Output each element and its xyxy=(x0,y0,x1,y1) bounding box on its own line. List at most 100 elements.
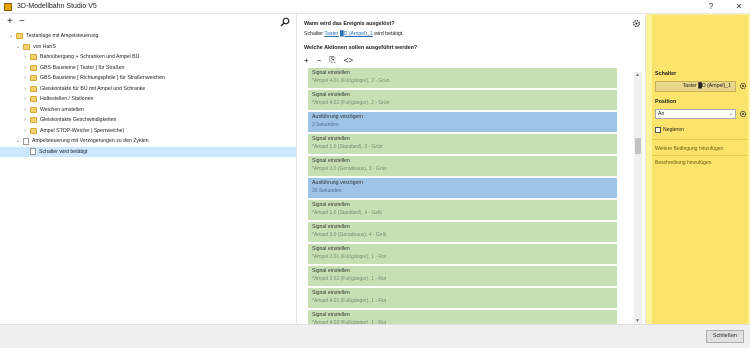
tree-item-label: Weichen umstellen xyxy=(40,106,84,113)
chevron-down-icon[interactable]: ⌄ xyxy=(8,33,14,39)
action-item[interactable]: Signal einstellen *Ampel 2.02 (Fußgänger)… xyxy=(308,266,617,286)
tree-item[interactable]: › Gleiskontakte für BÜ mit Ampel und Schr… xyxy=(0,84,296,95)
chevron-down-icon[interactable]: ⌄ xyxy=(15,44,21,50)
search-icon[interactable] xyxy=(280,17,290,27)
chevron-down-icon[interactable]: ⌄ xyxy=(15,138,21,144)
action-item[interactable]: Signal einstellen *Ampel 2.01 (Fußgänger)… xyxy=(308,244,617,264)
tree-item-label: Ampelsteuerung mit Verzögerungen zu den … xyxy=(32,138,149,145)
divider xyxy=(652,139,748,140)
negate-toggle[interactable]: Negieren xyxy=(655,127,684,133)
tree-item[interactable]: › Gleiskontakte Geschwindigkeiten xyxy=(0,115,296,126)
actions-question: Welche Aktionen sollen ausgeführt werden… xyxy=(304,45,418,51)
action-title: Ausführung verzögern xyxy=(312,114,364,120)
switch-label: Schalter xyxy=(655,71,677,77)
tree-item[interactable]: › Bahnübergang + Schranken und Ampel BÜ xyxy=(0,52,296,63)
close-window-button[interactable]: ✕ xyxy=(734,2,744,11)
document-icon xyxy=(23,137,29,145)
tree-toolbar: + − xyxy=(0,14,296,30)
action-item[interactable]: Signal einstellen *Ampel 4.02 (Fußgänger)… xyxy=(308,310,617,324)
tree-item[interactable]: Schalter wird betätigt xyxy=(0,146,296,157)
code-view-button[interactable]: <> xyxy=(344,56,353,65)
action-list-scrollbar[interactable]: ▲ ▼ xyxy=(634,72,642,324)
chevron-right-icon[interactable]: › xyxy=(22,107,28,113)
remove-button[interactable]: − xyxy=(19,17,25,27)
add-action-button[interactable]: + xyxy=(304,56,309,65)
gear-icon[interactable] xyxy=(632,19,641,28)
chevron-right-icon[interactable]: › xyxy=(22,86,28,92)
position-label: Position xyxy=(655,99,677,105)
action-detail: *Ampel 2.02 (Fußgänger), 1 - Rot xyxy=(312,276,387,282)
copy-action-button[interactable]: ⎘ xyxy=(329,55,335,65)
tree-item-label: Haltestellen / Stationen xyxy=(40,96,94,103)
position-select[interactable]: An ⌄ xyxy=(655,109,736,119)
action-item[interactable]: Signal einstellen *Ampel 3.0 (Geradeaus),… xyxy=(308,156,617,176)
tree-item-label: Gleiskontakte Geschwindigkeiten xyxy=(40,117,117,124)
tree-item[interactable]: ⌄ Testanlage mit Ampelsteuerung xyxy=(0,31,296,42)
action-title: Signal einstellen xyxy=(312,246,350,252)
action-item[interactable]: Signal einstellen *Ampel 4.01 (Fußgänger)… xyxy=(308,68,617,88)
add-button[interactable]: + xyxy=(7,17,13,27)
action-item[interactable]: Signal einstellen *Ampel 4.01 (Fußgänger)… xyxy=(308,288,617,308)
position-gear-icon[interactable] xyxy=(739,110,747,118)
action-detail: *Ampel 2.01 (Fußgänger), 1 - Rot xyxy=(312,254,387,260)
action-title: Signal einstellen xyxy=(312,202,350,208)
folder-icon xyxy=(23,43,30,50)
switch-gear-icon[interactable] xyxy=(739,82,747,90)
action-title: Signal einstellen xyxy=(312,70,350,76)
action-title: Signal einstellen xyxy=(312,92,350,98)
action-item[interactable]: Signal einstellen *Ampel 3.0 (Geradeaus),… xyxy=(308,222,617,242)
tree-item-label: GBS-Bausteine [ Taster ] für Straßen xyxy=(40,64,125,71)
trigger-switch-link[interactable]: Taster █D (Ampel)_1 xyxy=(324,31,372,37)
action-title: Signal einstellen xyxy=(312,268,350,274)
chevron-right-icon[interactable]: › xyxy=(22,117,28,123)
add-description-link[interactable]: Beschreibung hinzufügen xyxy=(655,160,711,166)
tree-item-label: GBS-Bausteine [ Richtungspfeile ] für St… xyxy=(40,75,165,82)
tree-item[interactable]: › Haltestellen / Stationen xyxy=(0,94,296,105)
tree-item-label: Gleiskontakte für BÜ mit Ampel und Schra… xyxy=(40,85,146,92)
close-button[interactable]: Schließen xyxy=(706,330,744,343)
switch-selector[interactable]: Taster █D (Ampel)_1 xyxy=(655,81,736,92)
action-list: Signal einstellen *Ampel 4.01 (Fußgänger)… xyxy=(308,68,620,324)
chevron-right-icon[interactable]: › xyxy=(22,96,28,102)
action-detail: *Ampel 3.0 (Geradeaus), 4 - Gelb xyxy=(312,232,387,238)
action-item[interactable]: Signal einstellen *Ampel 4.02 (Fußgänger)… xyxy=(308,90,617,110)
chevron-right-icon[interactable]: › xyxy=(22,75,28,81)
chevron-right-icon[interactable]: › xyxy=(22,65,28,71)
condition-panel: Schalter Taster █D (Ampel)_1 Position An… xyxy=(646,14,750,324)
folder-icon xyxy=(30,75,37,82)
action-item[interactable]: Ausführung verzögern 3 Sekunden xyxy=(308,112,617,132)
tree-item[interactable]: ⌄ Ampelsteuerung mit Verzögerungen zu den… xyxy=(0,136,296,147)
action-item[interactable]: Ausführung verzögern 30 Sekunden xyxy=(308,178,617,198)
action-detail: *Ampel 3.0 (Geradeaus), 3 - Grün xyxy=(312,166,388,172)
action-item[interactable]: Signal einstellen *Ampel 1.0 (Standard), … xyxy=(308,134,617,154)
action-detail: *Ampel 1.0 (Standard), 3 - Grün xyxy=(312,144,383,150)
remove-action-button[interactable]: − xyxy=(317,56,322,65)
help-button[interactable]: ? xyxy=(706,2,716,11)
trigger-sentence: Schalter Taster █D (Ampel)_1 wird betäti… xyxy=(304,31,404,37)
position-value: An xyxy=(658,111,665,117)
action-detail: *Ampel 4.01 (Fußgänger), 1 - Rot xyxy=(312,298,387,304)
chevron-right-icon[interactable]: › xyxy=(22,128,28,134)
tree-item[interactable]: › Ampel STOP-Weiche ( Sperrweiche) xyxy=(0,126,296,137)
negate-checkbox[interactable] xyxy=(655,127,661,133)
tree-item[interactable]: › GBS-Bausteine [ Taster ] für Straßen xyxy=(0,63,296,74)
tree-item-label: von HanS xyxy=(33,43,56,50)
tree-item[interactable]: › GBS-Bausteine [ Richtungspfeile ] für S… xyxy=(0,73,296,84)
folder-icon xyxy=(30,127,37,134)
tree-item[interactable]: ⌄ von HanS xyxy=(0,42,296,53)
trigger-suffix: wird betätigt. xyxy=(374,31,404,37)
action-title: Signal einstellen xyxy=(312,312,350,318)
action-title: Ausführung verzögern xyxy=(312,180,364,186)
add-condition-link[interactable]: Weitere Bedingung hinzufügen xyxy=(655,146,723,152)
tree-item-label: Testanlage mit Ampelsteuerung xyxy=(26,33,99,40)
scroll-thumb[interactable] xyxy=(635,138,641,154)
title-bar: 3D-Modellbahn Studio V5 ? ✕ xyxy=(0,0,750,14)
action-item[interactable]: Signal einstellen *Ampel 1.0 (Standard), … xyxy=(308,200,617,220)
footer-bar: Schließen xyxy=(0,324,750,348)
scroll-up-arrow-icon[interactable]: ▲ xyxy=(635,72,640,78)
app-icon xyxy=(4,2,12,11)
chevron-right-icon[interactable]: › xyxy=(22,54,28,60)
tree-item[interactable]: › Weichen umstellen xyxy=(0,105,296,116)
folder-icon xyxy=(30,85,37,92)
event-tree-panel: + − ⌄ Testanlage mit Ampelsteuerung ⌄ von H… xyxy=(0,14,296,324)
